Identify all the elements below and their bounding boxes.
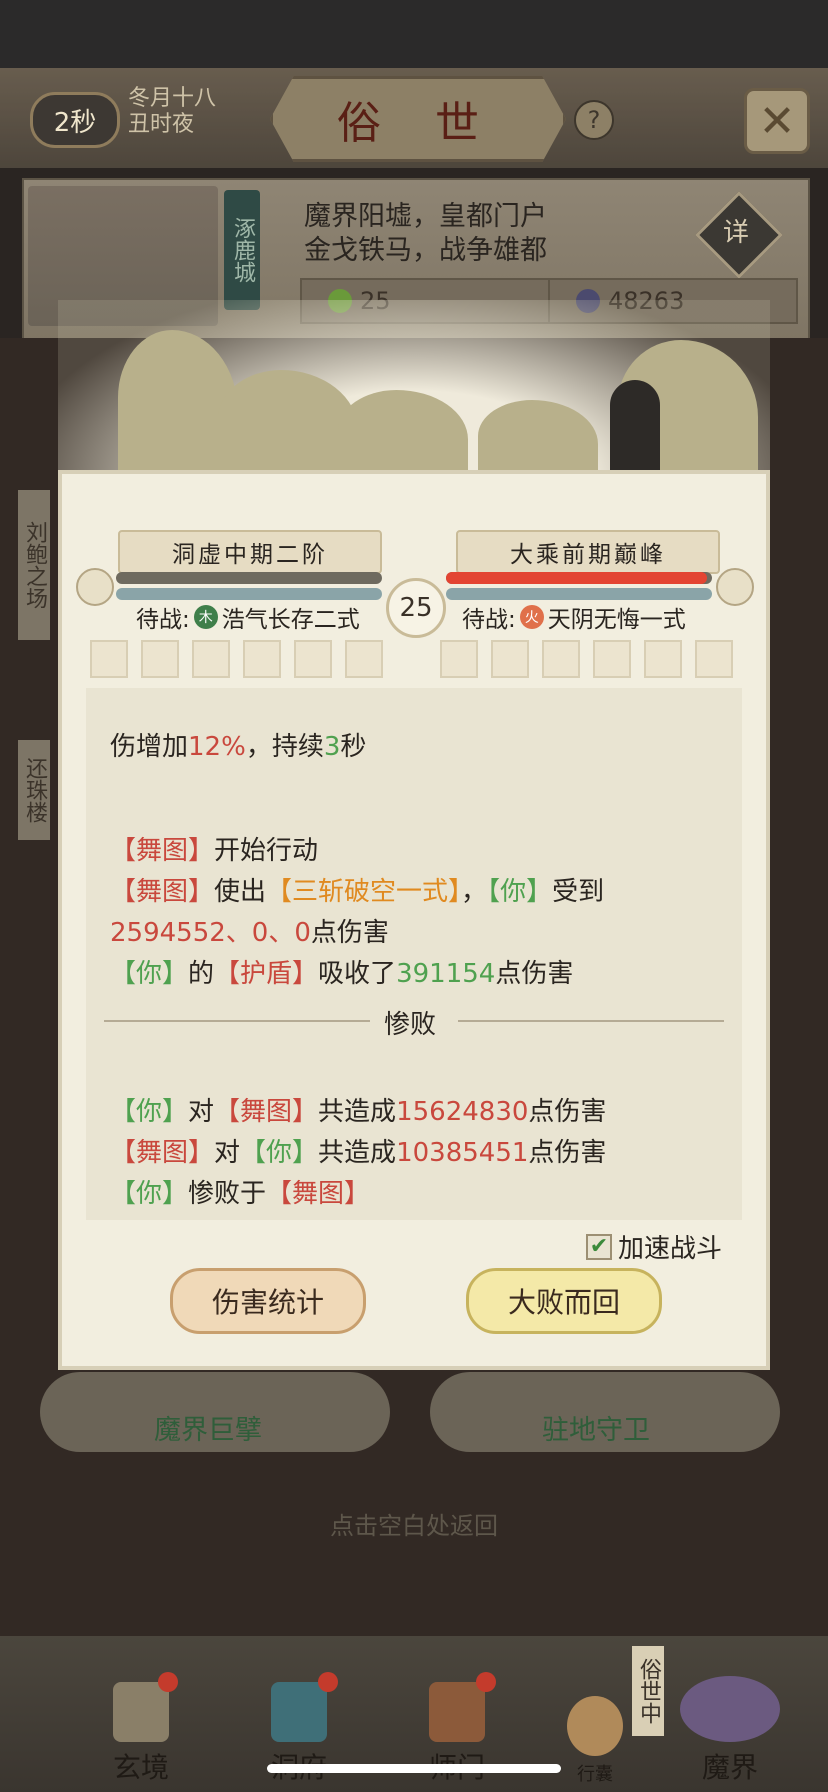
- enemy-skill-slot: [593, 640, 631, 678]
- tap-to-return-hint: 点击空白处返回: [330, 1512, 498, 1540]
- notification-dot: [318, 1672, 338, 1692]
- countdown-timer: 2秒: [30, 92, 120, 148]
- log-line: 【你】惨败于【舞图】: [110, 1179, 371, 1209]
- date-line-2: 丑时夜: [128, 112, 195, 137]
- close-icon: ✕: [758, 95, 796, 147]
- enemy-standby-skill: 天阴无悔一式: [547, 607, 686, 633]
- banner-icon: [429, 1682, 485, 1742]
- nav-mojie[interactable]: 魔界: [670, 1676, 790, 1786]
- divider-right: [458, 1020, 724, 1022]
- desc-line-1: 魔界阳墟，皇都门户: [304, 201, 547, 232]
- divider-left: [104, 1020, 370, 1022]
- speed-checkbox[interactable]: ✔: [586, 1233, 612, 1260]
- enemy-standby-label: 待战:: [462, 607, 516, 633]
- right-role: 驻地守卫: [542, 1415, 650, 1446]
- player-standby-label: 待战:: [136, 607, 190, 633]
- wood-element-icon: 木: [193, 605, 218, 629]
- log-line: 2594552、0、0点伤害: [110, 918, 389, 948]
- fire-element-icon: 火: [519, 605, 544, 629]
- mountain-shape: [478, 400, 598, 480]
- damage-stats-button[interactable]: 伤害统计: [170, 1268, 366, 1334]
- nav-label: 魔界: [701, 1751, 758, 1784]
- mountain-shape: [338, 390, 468, 480]
- retreat-button[interactable]: 大败而回: [466, 1268, 662, 1334]
- left-role: 魔界巨擘: [154, 1415, 262, 1446]
- notification-dot: [476, 1672, 496, 1692]
- enemy-skill-slot: [440, 640, 478, 678]
- player-skill-slot: [90, 640, 128, 678]
- enemy-hp-track: [446, 572, 712, 584]
- home-indicator[interactable]: [267, 1764, 561, 1773]
- detail-button-label: 详: [722, 218, 749, 248]
- enemy-rank: 大乘前期巅峰: [456, 530, 720, 574]
- round-counter: 25: [386, 578, 446, 638]
- player-avatar-orb: [76, 568, 114, 606]
- battle-result: 惨败: [384, 1010, 437, 1040]
- desc-line-2: 金戈铁马，战争雄都: [304, 235, 547, 266]
- enemy-hp-fill: [446, 572, 707, 584]
- log-line: 【你】的【护盾】吸收了391154点伤害: [110, 959, 574, 989]
- speed-label: 加速战斗: [618, 1234, 723, 1264]
- log-line: 伤增加12%，持续3秒: [110, 732, 367, 762]
- date-line-1: 冬月十八: [128, 86, 217, 111]
- mountain-shape: [218, 370, 358, 480]
- player-skill-slot: [345, 640, 383, 678]
- help-icon[interactable]: ?: [574, 100, 614, 140]
- scroll-icon: [113, 1682, 169, 1742]
- player-hp-track: [116, 572, 382, 584]
- player-mp-bar: [116, 588, 382, 600]
- enemy-skill-slot: [644, 640, 682, 678]
- enemy-avatar-orb: [716, 568, 754, 606]
- enemy-skill-slot: [542, 640, 580, 678]
- player-skill-slot: [294, 640, 332, 678]
- pavilion-icon: [271, 1682, 327, 1742]
- enemy-mp-bar: [446, 588, 712, 600]
- status-bar: [0, 0, 828, 68]
- nav-label: 玄境: [112, 1751, 169, 1784]
- check-icon: ✔: [589, 1234, 609, 1259]
- enemy-standby: 待战: 火 天阴无悔一式: [462, 600, 686, 634]
- player-standby: 待战: 木 浩气长存二式: [136, 600, 360, 634]
- log-line: 【你】对【舞图】共造成15624830点伤害: [110, 1097, 607, 1127]
- nav-xingnang[interactable]: 行囊: [550, 1676, 640, 1786]
- speed-toggle[interactable]: ✔ 加速战斗: [586, 1228, 722, 1265]
- demon-realm-icon: [680, 1676, 780, 1742]
- realm-tag: 俗世中: [632, 1646, 664, 1736]
- enemy-skill-slot: [491, 640, 529, 678]
- log-line: 【舞图】开始行动: [110, 836, 319, 866]
- game-date: 冬月十八 丑时夜: [128, 86, 216, 138]
- player-rank: 洞虚中期二阶: [118, 530, 382, 574]
- log-line: 【舞图】使出【三斩破空一式】，【你】受到: [110, 877, 605, 907]
- side-banner-pearl[interactable]: 还珠楼: [18, 740, 50, 840]
- enemy-skill-slot: [695, 640, 733, 678]
- nav-label: 行囊: [577, 1764, 613, 1785]
- log-line: 【舞图】对【你】共造成10385451点伤害: [110, 1138, 607, 1168]
- player-skill-slot: [243, 640, 281, 678]
- player-standby-skill: 浩气长存二式: [221, 607, 360, 633]
- close-button[interactable]: ✕: [744, 88, 810, 154]
- city-description: 魔界阳墟，皇都门户 金戈铁马，战争雄都: [304, 200, 547, 268]
- player-skill-slot: [192, 640, 230, 678]
- page-title: 俗 世: [270, 76, 566, 162]
- player-skill-slot: [141, 640, 179, 678]
- nav-xuanjing[interactable]: 玄境: [96, 1676, 186, 1786]
- city-name: 涿鹿城: [224, 190, 260, 310]
- side-banner-left[interactable]: 刘鲍之场: [18, 490, 50, 640]
- notification-dot: [158, 1672, 178, 1692]
- bag-icon: [567, 1696, 623, 1756]
